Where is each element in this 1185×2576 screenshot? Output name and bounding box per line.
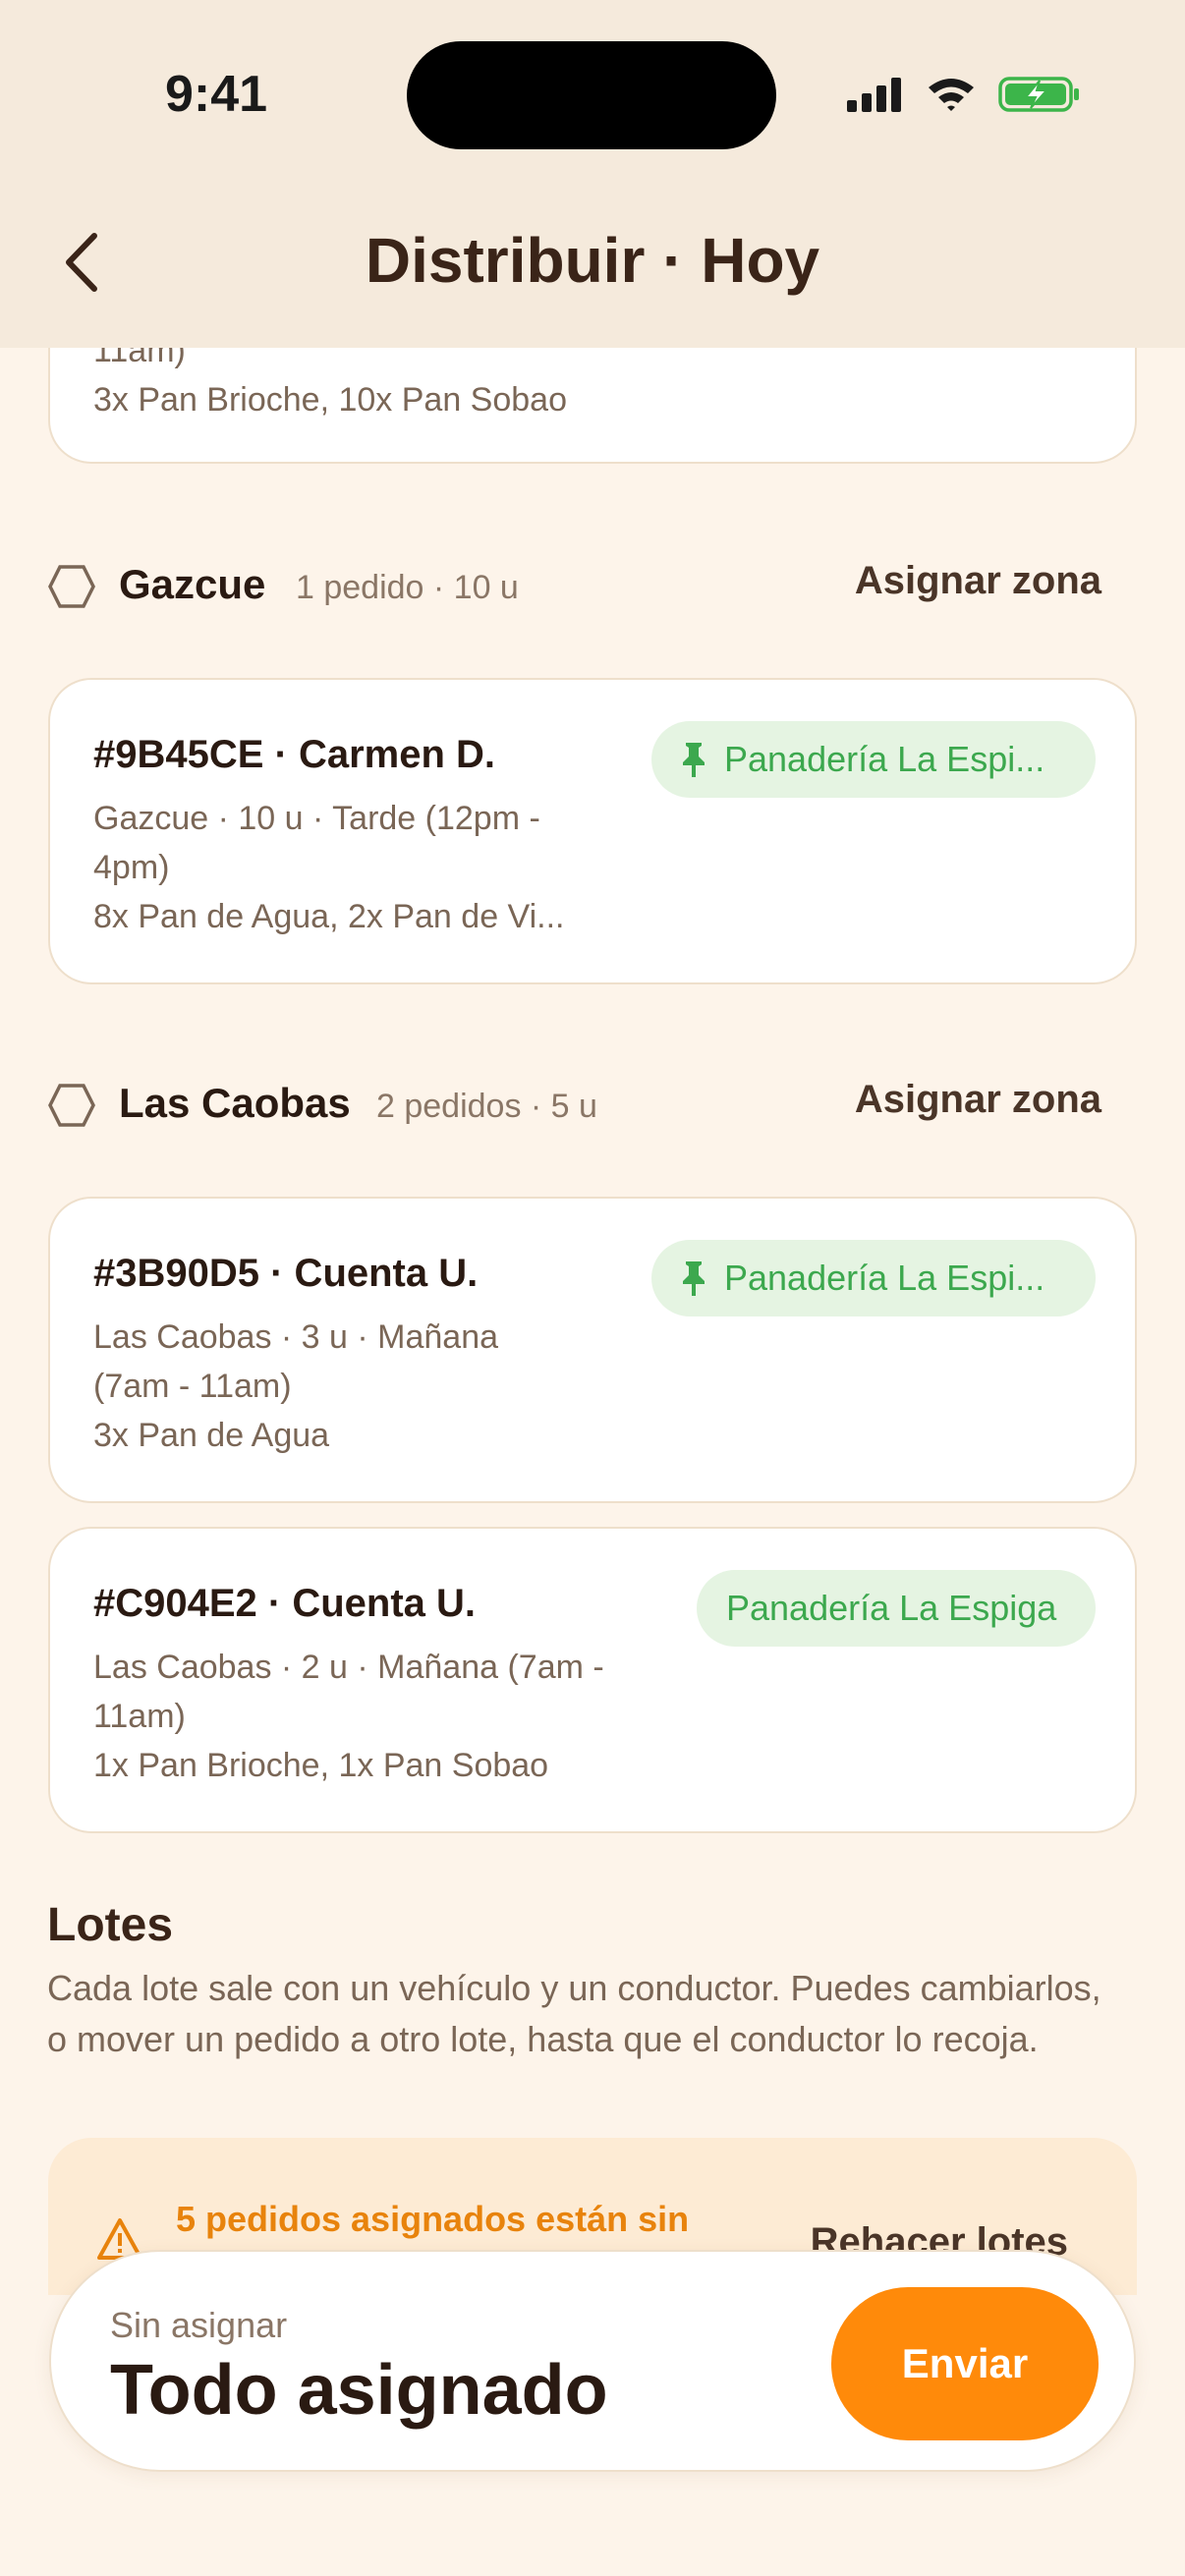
order-detail-line: Las Caobas · 2 u · Mañana (7am - [93, 1649, 604, 1686]
order-items: 8x Pan de Agua, 2x Pan de Vi... [93, 898, 565, 935]
order-card[interactable]: #9B45CE · Carmen D. Gazcue · 10 u · Tard… [48, 678, 1137, 984]
order-items: 3x Pan de Agua [93, 1417, 330, 1454]
warning-text: 5 pedidos asignados están sin [176, 2199, 690, 2239]
dynamic-island [407, 41, 776, 149]
zone-meta: 2 pedidos · 5 u [376, 1088, 597, 1125]
order-detail-line: Las Caobas · 3 u · Mañana [93, 1318, 499, 1356]
order-detail-line: Gazcue · 10 u · Tarde (12pm - [93, 800, 540, 837]
order-detail-line: (7am - 11am) [93, 1368, 292, 1405]
bakery-badge[interactable]: Panadería La Espi... [651, 1240, 1096, 1316]
battery-charging-icon [998, 77, 1079, 112]
order-card[interactable]: #3B90D5 · Cuenta U. Las Caobas · 3 u · M… [48, 1197, 1137, 1503]
order-title: #C904E2 · Cuenta U. [93, 1582, 477, 1625]
status-icons [847, 75, 1081, 114]
zone-name: Las Caobas [119, 1080, 351, 1126]
pin-icon [683, 1261, 705, 1296]
wifi-icon [929, 79, 974, 111]
zone-meta: 1 pedido · 10 u [296, 569, 519, 606]
unassigned-label: Sin asignar [110, 2305, 288, 2345]
order-title: #9B45CE · Carmen D. [93, 733, 496, 776]
pin-icon [683, 743, 705, 777]
section-description: Cada lote sale con un vehículo y un cond… [47, 1968, 1101, 2059]
bakery-name: Panadería La Espi... [724, 1258, 1045, 1298]
order-card[interactable]: #C904E2 · Cuenta U. Las Caobas · 2 u · M… [48, 1527, 1137, 1833]
zone-header-las-caobas: Las Caobas 2 pedidos · 5 u Asignar zona [48, 1074, 1137, 1133]
unassigned-value: Todo asignado [110, 2351, 608, 2430]
status-time: 9:41 [165, 66, 268, 123]
order-detail-line: 4pm) [93, 849, 170, 886]
assign-zone-button[interactable]: Asignar zona [855, 559, 1101, 603]
hexagon-icon [48, 565, 95, 608]
order-items: 1x Pan Brioche, 1x Pan Sobao [93, 1747, 549, 1784]
bakery-name: Panadería La Espi... [724, 739, 1045, 779]
assignment-summary-bar: Sin asignar Todo asignado Enviar [49, 2250, 1136, 2472]
bakery-name: Panadería La Espiga [726, 1588, 1057, 1628]
order-items: 3x Pan Brioche, 10x Pan Sobao [93, 381, 567, 419]
page-title: Distribuir · Hoy [365, 225, 820, 296]
order-detail-line: 11am) [93, 1698, 186, 1735]
bakery-badge[interactable]: Panadería La Espiga [697, 1570, 1096, 1647]
send-button[interactable]: Enviar [831, 2287, 1099, 2440]
assign-zone-button[interactable]: Asignar zona [855, 1078, 1101, 1122]
section-title-lotes: Lotes [47, 1899, 174, 1951]
scroll-content: 11am) 3x Pan Brioche, 10x Pan Sobao Gazc… [0, 0, 1185, 2576]
order-title: #3B90D5 · Cuenta U. [93, 1252, 479, 1295]
bakery-badge[interactable]: Panadería La Espi... [651, 721, 1096, 798]
header: 9:41 Distribuir · Hoy [0, 0, 1185, 348]
zone-name: Gazcue [119, 561, 266, 607]
hexagon-icon [48, 1084, 95, 1127]
zone-header-gazcue: Gazcue 1 pedido · 10 u Asignar zona [48, 555, 1137, 614]
cellular-signal-icon [847, 78, 901, 112]
